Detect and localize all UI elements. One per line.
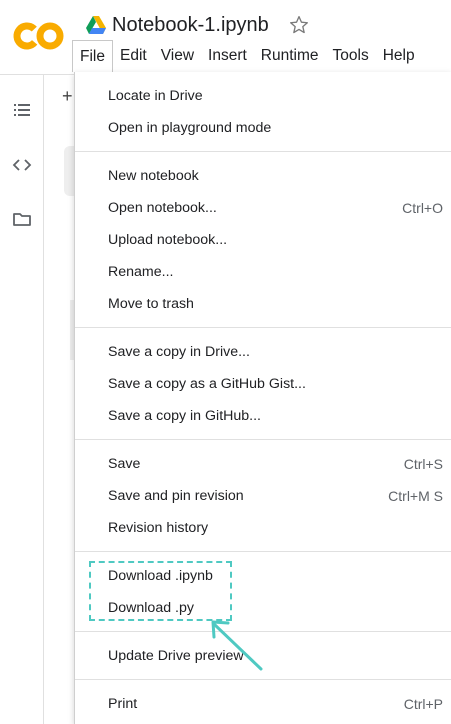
colab-logo (13, 22, 64, 50)
menubar: File Edit View Insert Runtime Tools Help (72, 40, 422, 72)
menu-view[interactable]: View (154, 40, 201, 72)
menu-insert[interactable]: Insert (201, 40, 254, 72)
menu-item-revision-history[interactable]: Revision history (75, 512, 451, 544)
menu-edit[interactable]: Edit (113, 40, 154, 72)
menu-item-label: Locate in Drive (108, 88, 203, 104)
menu-item-upload-notebook[interactable]: Upload notebook... (75, 224, 451, 256)
menu-item-locate-in-drive[interactable]: Locate in Drive (75, 80, 451, 112)
menu-item-label: New notebook (108, 168, 199, 184)
menu-separator (75, 439, 451, 440)
title-row: Notebook-1.ipynb (86, 10, 309, 40)
menu-item-label: Upload notebook... (108, 232, 228, 248)
menu-item-rename[interactable]: Rename... (75, 256, 451, 288)
menu-help[interactable]: Help (376, 40, 422, 72)
menu-item-shortcut: Ctrl+P (403, 696, 443, 712)
menu-file[interactable]: File (72, 40, 113, 72)
menu-item-open-in-playground-mode[interactable]: Open in playground mode (75, 112, 451, 144)
menu-item-label: Save and pin revision (108, 488, 244, 504)
menu-separator (75, 327, 451, 328)
menu-item-label: Move to trash (108, 296, 194, 312)
menu-item-save-a-copy-as-a-github-gist[interactable]: Save a copy as a GitHub Gist... (75, 368, 451, 400)
menu-item-label: Save (108, 456, 141, 472)
menu-item-move-to-trash[interactable]: Move to trash (75, 288, 451, 320)
menu-item-open-notebook[interactable]: Open notebook... Ctrl+O (75, 192, 451, 224)
menu-item-label: Rename... (108, 264, 174, 280)
menu-separator (75, 151, 451, 152)
menu-item-label: Open notebook... (108, 200, 217, 216)
menu-item-new-notebook[interactable]: New notebook (75, 160, 451, 192)
menu-item-print[interactable]: Print Ctrl+P (75, 688, 451, 720)
menu-separator (75, 679, 451, 680)
notebook-title[interactable]: Notebook-1.ipynb (112, 14, 269, 37)
code-icon[interactable] (12, 155, 32, 175)
left-rail (0, 75, 44, 724)
menu-item-shortcut: Ctrl+O (402, 200, 443, 216)
menu-item-label: Print (108, 696, 138, 712)
menu-separator (75, 551, 451, 552)
add-cell-plus[interactable]: + (62, 86, 73, 107)
annotation-arrow (211, 620, 263, 671)
menu-tools[interactable]: Tools (326, 40, 376, 72)
menu-item-label: Revision history (108, 520, 209, 536)
menu-item-save-a-copy-in-github[interactable]: Save a copy in GitHub... (75, 400, 451, 432)
menu-item-save-a-copy-in-drive[interactable]: Save a copy in Drive... (75, 336, 451, 368)
menu-item-label: Open in playground mode (108, 120, 272, 136)
menu-item-label: Save a copy in Drive... (108, 344, 250, 360)
folder-icon[interactable] (12, 209, 32, 229)
google-drive-icon[interactable] (86, 16, 106, 34)
menu-runtime[interactable]: Runtime (254, 40, 326, 72)
toc-icon[interactable] (12, 100, 32, 120)
menu-item-save-and-pin-revision[interactable]: Save and pin revision Ctrl+M S (75, 480, 451, 512)
menu-item-label: Save a copy in GitHub... (108, 408, 261, 424)
download-highlight-box (89, 561, 232, 621)
menu-item-label: Save a copy as a GitHub Gist... (108, 376, 306, 392)
menu-item-shortcut: Ctrl+S (403, 456, 443, 472)
menu-item-shortcut: Ctrl+M S (388, 488, 443, 504)
star-icon[interactable] (289, 15, 309, 35)
menu-item-save[interactable]: Save Ctrl+S (75, 448, 451, 480)
